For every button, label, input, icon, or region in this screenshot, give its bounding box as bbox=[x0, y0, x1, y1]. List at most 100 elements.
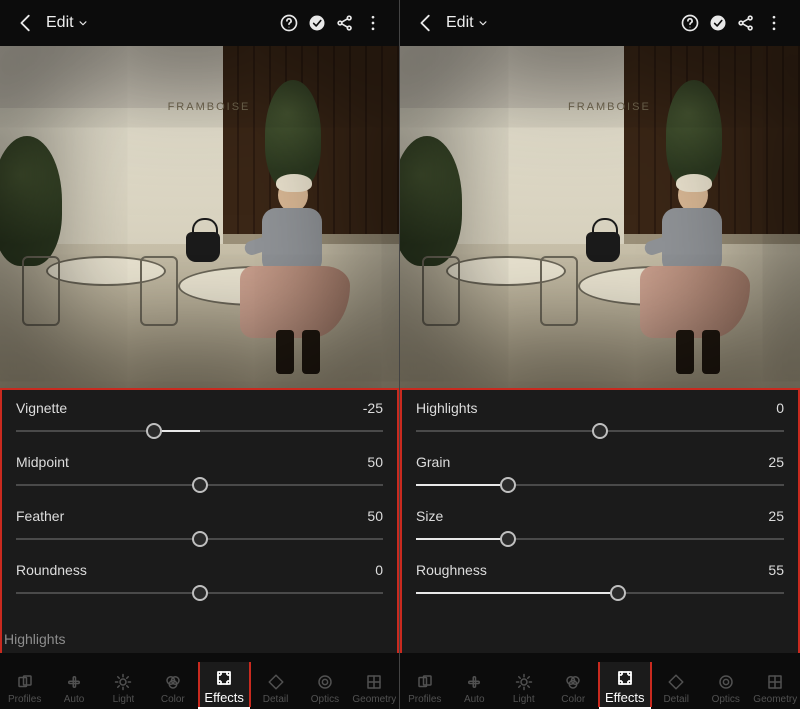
slider-grain: Grain 25 bbox=[416, 454, 784, 494]
panel-left: Edit FRAMBOISE Vignette bbox=[0, 0, 400, 709]
nav-label: Optics bbox=[311, 694, 339, 705]
slider-roundness: Roundness 0 bbox=[16, 562, 383, 602]
slider-roughness: Roughness 55 bbox=[416, 562, 784, 602]
slider-vignette: Vignette -25 bbox=[16, 400, 383, 440]
help-button[interactable] bbox=[676, 9, 704, 37]
share-button[interactable] bbox=[732, 9, 760, 37]
slider-track[interactable] bbox=[16, 476, 383, 494]
nav-detail[interactable]: Detail bbox=[251, 672, 300, 707]
nav-light[interactable]: Light bbox=[499, 672, 549, 707]
nav-auto[interactable]: Auto bbox=[450, 672, 500, 707]
effects-icon bbox=[214, 668, 234, 688]
slider-value: 0 bbox=[375, 562, 383, 578]
slider-track[interactable] bbox=[416, 476, 784, 494]
slider-knob[interactable] bbox=[146, 423, 162, 439]
nav-label: Profiles bbox=[8, 694, 41, 705]
nav-geometry[interactable]: Geometry bbox=[751, 672, 800, 707]
nav-label: Light bbox=[513, 694, 535, 705]
light-icon bbox=[514, 672, 534, 692]
nav-label: Color bbox=[161, 694, 185, 705]
more-button[interactable] bbox=[359, 9, 387, 37]
nav-light[interactable]: Light bbox=[99, 672, 148, 707]
edit-menu[interactable]: Edit bbox=[446, 14, 490, 32]
top-bar: Edit bbox=[400, 0, 800, 46]
photo-preview[interactable]: FRAMBOISE bbox=[0, 46, 399, 388]
accept-button[interactable] bbox=[704, 9, 732, 37]
effects-sliders: Highlights 0 Grain 25 Size 25 Roughness … bbox=[400, 388, 800, 653]
nav-label: Effects bbox=[605, 690, 645, 705]
auto-icon bbox=[64, 672, 84, 692]
slider-knob[interactable] bbox=[192, 531, 208, 547]
nav-auto[interactable]: Auto bbox=[49, 672, 98, 707]
nav-profiles[interactable]: Profiles bbox=[400, 672, 450, 707]
nav-geometry[interactable]: Geometry bbox=[350, 672, 399, 707]
slider-value: -25 bbox=[363, 400, 383, 416]
nav-label: Effects bbox=[204, 690, 244, 705]
slider-track[interactable] bbox=[416, 530, 784, 548]
slider-knob[interactable] bbox=[500, 531, 516, 547]
back-button[interactable] bbox=[12, 9, 40, 37]
wall-sign: FRAMBOISE bbox=[568, 101, 651, 113]
edit-label: Edit bbox=[446, 14, 474, 32]
slider-track[interactable] bbox=[16, 584, 383, 602]
nav-color[interactable]: Color bbox=[148, 672, 197, 707]
nav-color[interactable]: Color bbox=[549, 672, 599, 707]
effects-icon bbox=[615, 668, 635, 688]
help-button[interactable] bbox=[275, 9, 303, 37]
slider-value: 50 bbox=[367, 508, 383, 524]
nav-label: Detail bbox=[263, 694, 289, 705]
nav-label: Auto bbox=[64, 694, 85, 705]
slider-track[interactable] bbox=[16, 422, 383, 440]
slider-track[interactable] bbox=[16, 530, 383, 548]
nav-label: Light bbox=[113, 694, 135, 705]
slider-label: Roundness bbox=[16, 562, 87, 578]
share-button[interactable] bbox=[331, 9, 359, 37]
nav-effects[interactable]: Effects bbox=[198, 662, 251, 707]
nav-effects[interactable]: Effects bbox=[598, 662, 652, 707]
geometry-icon bbox=[364, 672, 384, 692]
nav-label: Color bbox=[561, 694, 585, 705]
detail-icon bbox=[666, 672, 686, 692]
slider-label: Vignette bbox=[16, 400, 67, 416]
back-button[interactable] bbox=[412, 9, 440, 37]
slider-knob[interactable] bbox=[610, 585, 626, 601]
nav-optics[interactable]: Optics bbox=[701, 672, 751, 707]
slider-track[interactable] bbox=[416, 422, 784, 440]
accept-button[interactable] bbox=[303, 9, 331, 37]
slider-label: Size bbox=[416, 508, 443, 524]
slider-value: 55 bbox=[768, 562, 784, 578]
slider-size: Size 25 bbox=[416, 508, 784, 548]
nav-optics[interactable]: Optics bbox=[300, 672, 349, 707]
nav-detail[interactable]: Detail bbox=[652, 672, 702, 707]
nav-label: Auto bbox=[464, 694, 485, 705]
photo-preview[interactable]: FRAMBOISE bbox=[400, 46, 800, 388]
slider-knob[interactable] bbox=[592, 423, 608, 439]
slider-midpoint: Midpoint 50 bbox=[16, 454, 383, 494]
slider-knob[interactable] bbox=[192, 477, 208, 493]
slider-label: Grain bbox=[416, 454, 450, 470]
slider-track[interactable] bbox=[416, 584, 784, 602]
slider-value: 25 bbox=[768, 508, 784, 524]
slider-knob[interactable] bbox=[192, 585, 208, 601]
slider-label: Midpoint bbox=[16, 454, 69, 470]
nav-label: Geometry bbox=[352, 694, 396, 705]
slider-label: Feather bbox=[16, 508, 64, 524]
effects-sliders: Vignette -25 Midpoint 50 Feather 50 Roun… bbox=[0, 388, 399, 653]
wall-sign: FRAMBOISE bbox=[168, 101, 251, 113]
more-button[interactable] bbox=[760, 9, 788, 37]
bottom-nav: Profiles Auto Light Color Effects Detail… bbox=[400, 653, 800, 709]
optics-icon bbox=[315, 672, 335, 692]
optics-icon bbox=[716, 672, 736, 692]
color-icon bbox=[163, 672, 183, 692]
edit-menu[interactable]: Edit bbox=[46, 14, 90, 32]
slider-value: 25 bbox=[768, 454, 784, 470]
geometry-icon bbox=[765, 672, 785, 692]
profiles-icon bbox=[415, 672, 435, 692]
nav-profiles[interactable]: Profiles bbox=[0, 672, 49, 707]
detail-icon bbox=[266, 672, 286, 692]
slider-label: Highlights bbox=[416, 400, 477, 416]
slider-knob[interactable] bbox=[500, 477, 516, 493]
bottom-nav: Profiles Auto Light Color Effects Detail… bbox=[0, 653, 399, 709]
nav-label: Geometry bbox=[753, 694, 797, 705]
panel-right: Edit FRAMBOISE Highlights bbox=[400, 0, 800, 709]
